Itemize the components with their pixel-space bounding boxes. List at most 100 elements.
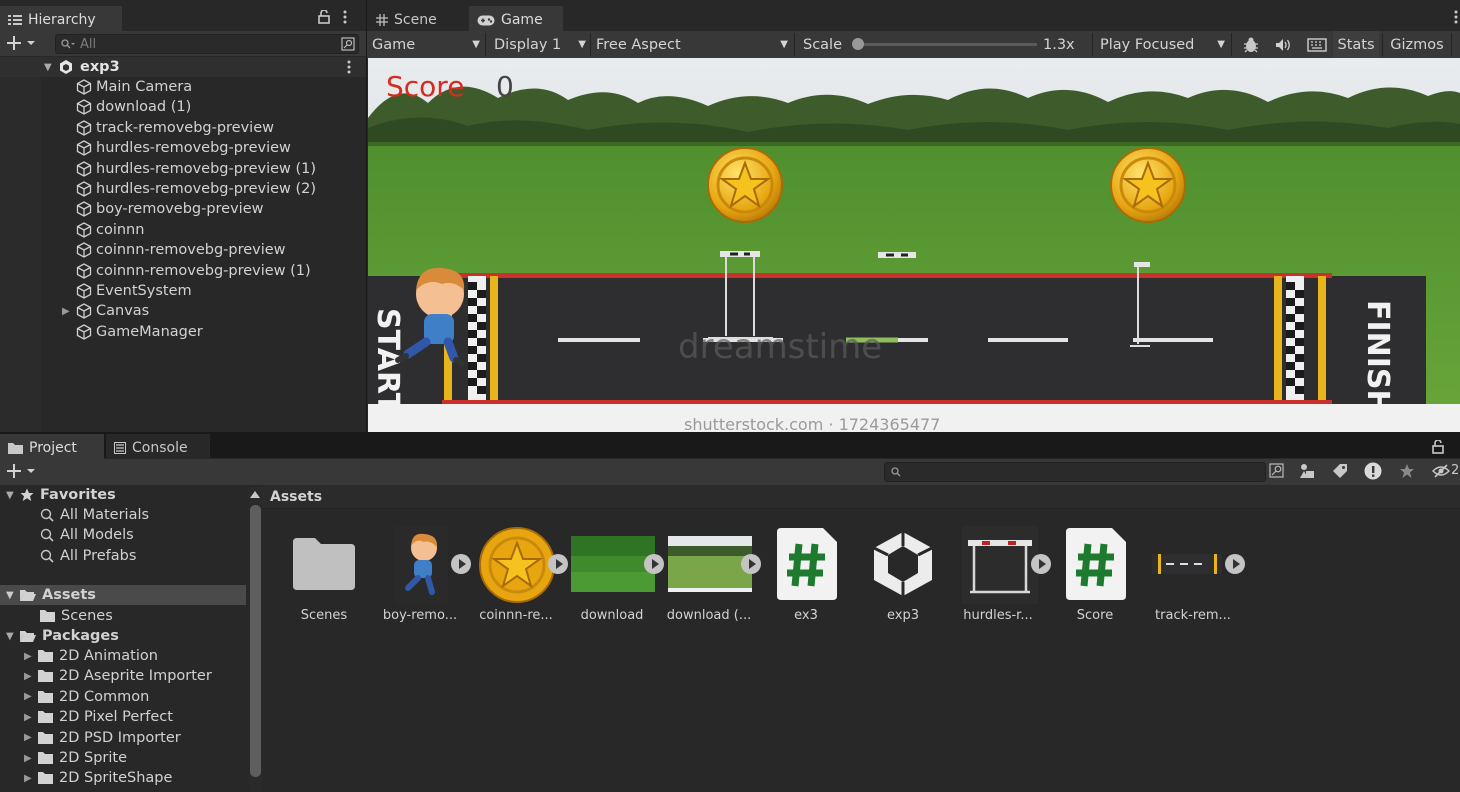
scene-row-exp3[interactable]: ▼ exp3 — [0, 57, 366, 77]
project-lock-icon[interactable] — [1432, 440, 1444, 454]
scale-slider-thumb[interactable] — [852, 38, 864, 50]
expand-arrow-icon[interactable]: ▶ — [24, 773, 38, 784]
sprite-hurdle-thumbnail — [962, 526, 1038, 604]
package-item[interactable]: ▶ 2D PSD Importer — [0, 728, 248, 748]
package-item[interactable]: ▶ 2D Sprite — [0, 748, 248, 768]
console-icon — [114, 442, 126, 454]
hierarchy-item[interactable]: hurdles-removebg-preview (1) — [0, 159, 366, 179]
hierarchy-item[interactable]: track-removebg-preview — [0, 118, 366, 138]
tree-item-scenes[interactable]: Scenes — [0, 606, 248, 626]
game-canvas[interactable]: Score 0 START FINISH dreamstime shutters… — [368, 58, 1460, 432]
stats-button[interactable]: Stats — [1333, 31, 1379, 58]
gameobject-cube-icon — [76, 324, 92, 340]
chevron-down-icon: ▼ — [780, 39, 788, 50]
expand-sprite-button[interactable] — [1031, 554, 1051, 574]
expand-sprite-button[interactable] — [1225, 554, 1245, 574]
tree-assets[interactable]: ▼ Assets — [0, 585, 246, 605]
mute-audio-toggle[interactable] — [1275, 31, 1293, 58]
expand-arrow-icon[interactable]: ▶ — [24, 691, 38, 702]
hierarchy-item-label: coinnn-removebg-preview (1) — [96, 262, 311, 279]
collapse-arrow-icon[interactable]: ▼ — [6, 590, 20, 601]
hierarchy-item[interactable]: coinnn-removebg-preview — [0, 240, 366, 260]
package-item[interactable]: ▶ 2D Animation — [0, 646, 248, 666]
expand-arrow-icon[interactable]: ▶ — [24, 651, 38, 662]
hidden-packages-toggle[interactable]: 2 — [1432, 463, 1459, 478]
asset-label: boy-remo... — [382, 608, 458, 623]
expand-arrow-icon[interactable]: ▶ — [24, 732, 38, 743]
favorite-star-icon[interactable] — [1399, 463, 1415, 479]
gameobject-cube-icon — [76, 120, 92, 136]
hierarchy-item[interactable]: EventSystem — [0, 281, 366, 301]
create-asset-button[interactable] — [7, 463, 35, 479]
kebab-menu-icon[interactable] — [343, 10, 347, 24]
expand-sprite-button[interactable] — [548, 554, 568, 574]
expand-arrow-icon[interactable]: ▶ — [24, 671, 38, 682]
tree-scrollbar[interactable] — [249, 487, 262, 792]
project-search-input[interactable] — [884, 462, 1266, 482]
favorite-item[interactable]: All Models — [0, 525, 248, 545]
collapse-arrow-icon[interactable]: ▼ — [6, 490, 20, 501]
package-item[interactable]: ▶ 2D Aseprite Importer — [0, 666, 248, 686]
package-item[interactable]: ▶ 2D Common — [0, 687, 248, 707]
lock-icon[interactable] — [318, 10, 330, 24]
filter-by-type-icon[interactable] — [1298, 462, 1316, 480]
gizmos-button[interactable]: Gizmos — [1386, 31, 1448, 58]
tab-hierarchy[interactable]: Hierarchy — [0, 6, 122, 31]
game-scene-render: Score 0 START FINISH dreamstime shutters… — [368, 58, 1460, 432]
scale-slider-track[interactable] — [857, 43, 1037, 46]
expand-sprite-button[interactable] — [741, 554, 761, 574]
hierarchy-item[interactable]: hurdles-removebg-preview (2) — [0, 179, 366, 199]
tab-console[interactable]: Console — [106, 434, 210, 459]
favorite-item[interactable]: All Materials — [0, 505, 248, 525]
hierarchy-item[interactable]: download (1) — [0, 97, 366, 117]
scale-value-text: 1.3x — [1043, 36, 1075, 53]
package-item-label: 2D Sprite — [59, 750, 128, 766]
collapse-arrow-icon[interactable]: ▼ — [6, 631, 20, 642]
stock-footer-text: shutterstock.com · 1724365477 — [684, 415, 940, 432]
hierarchy-search-input[interactable]: All — [55, 34, 359, 54]
label-tag-icon[interactable] — [1332, 463, 1348, 479]
hierarchy-item[interactable]: coinnn-removebg-preview (1) — [0, 261, 366, 281]
package-item[interactable]: ▶ 2D Pixel Perfect — [0, 707, 248, 727]
tab-game[interactable]: Game — [469, 6, 563, 31]
track-sprite: START FINISH dreamstime — [368, 273, 1426, 415]
hierarchy-item[interactable]: hurdles-removebg-preview — [0, 138, 366, 158]
folder-icon — [38, 650, 53, 662]
game-mode-dropdown[interactable]: Game ▼ — [372, 31, 482, 58]
expand-arrow-icon[interactable]: ▶ — [62, 306, 76, 317]
bottom-tabbar — [0, 433, 1460, 458]
favorite-item-label: All Materials — [60, 507, 150, 523]
expand-sprite-button[interactable] — [644, 554, 664, 574]
tree-packages[interactable]: ▼ Packages — [0, 626, 248, 646]
tab-project[interactable]: Project — [0, 434, 104, 459]
scene-collapse-arrow-icon[interactable]: ▼ — [44, 62, 58, 73]
expand-arrow-icon[interactable]: ▶ — [24, 712, 38, 723]
package-item[interactable]: ▶ 2D SpriteShape — [0, 768, 248, 788]
hierarchy-item[interactable]: boy-removebg-preview — [0, 199, 366, 219]
add-object-button[interactable] — [7, 35, 35, 51]
gameobject-cube-icon — [76, 262, 92, 279]
hierarchy-item[interactable]: coinnn — [0, 220, 366, 240]
tree-favorites[interactable]: ▼ Favorites — [0, 485, 248, 505]
tab-scene[interactable]: Scene — [368, 6, 468, 31]
star-icon — [20, 488, 34, 502]
display-dropdown[interactable]: Display 1 ▼ — [494, 31, 586, 58]
expand-arrow-icon[interactable]: ▶ — [24, 753, 38, 764]
package-item-label: 2D Aseprite Importer — [59, 668, 212, 685]
search-by-type-icon[interactable] — [1269, 463, 1285, 479]
aspect-dropdown[interactable]: Free Aspect ▼ — [596, 31, 788, 58]
bug-toggle[interactable] — [1242, 31, 1260, 58]
favorite-item[interactable]: All Prefabs — [0, 546, 248, 566]
scene-kebab-icon[interactable] — [347, 60, 351, 74]
keyboard-shortcuts-toggle[interactable] — [1307, 31, 1327, 58]
log-types-icon[interactable] — [1364, 462, 1382, 480]
hierarchy-item[interactable]: GameManager — [0, 322, 366, 342]
expand-sprite-button[interactable] — [451, 554, 471, 574]
search-by-type-icon[interactable] — [341, 37, 355, 51]
folder-icon — [8, 442, 23, 454]
game-kebab-icon[interactable] — [1454, 10, 1458, 24]
breadcrumb-assets[interactable]: Assets — [270, 489, 322, 505]
hierarchy-item[interactable]: Main Camera — [0, 77, 366, 97]
play-mode-dropdown[interactable]: Play Focused ▼ — [1100, 31, 1225, 58]
hierarchy-item[interactable]: ▶ Canvas — [0, 301, 366, 321]
